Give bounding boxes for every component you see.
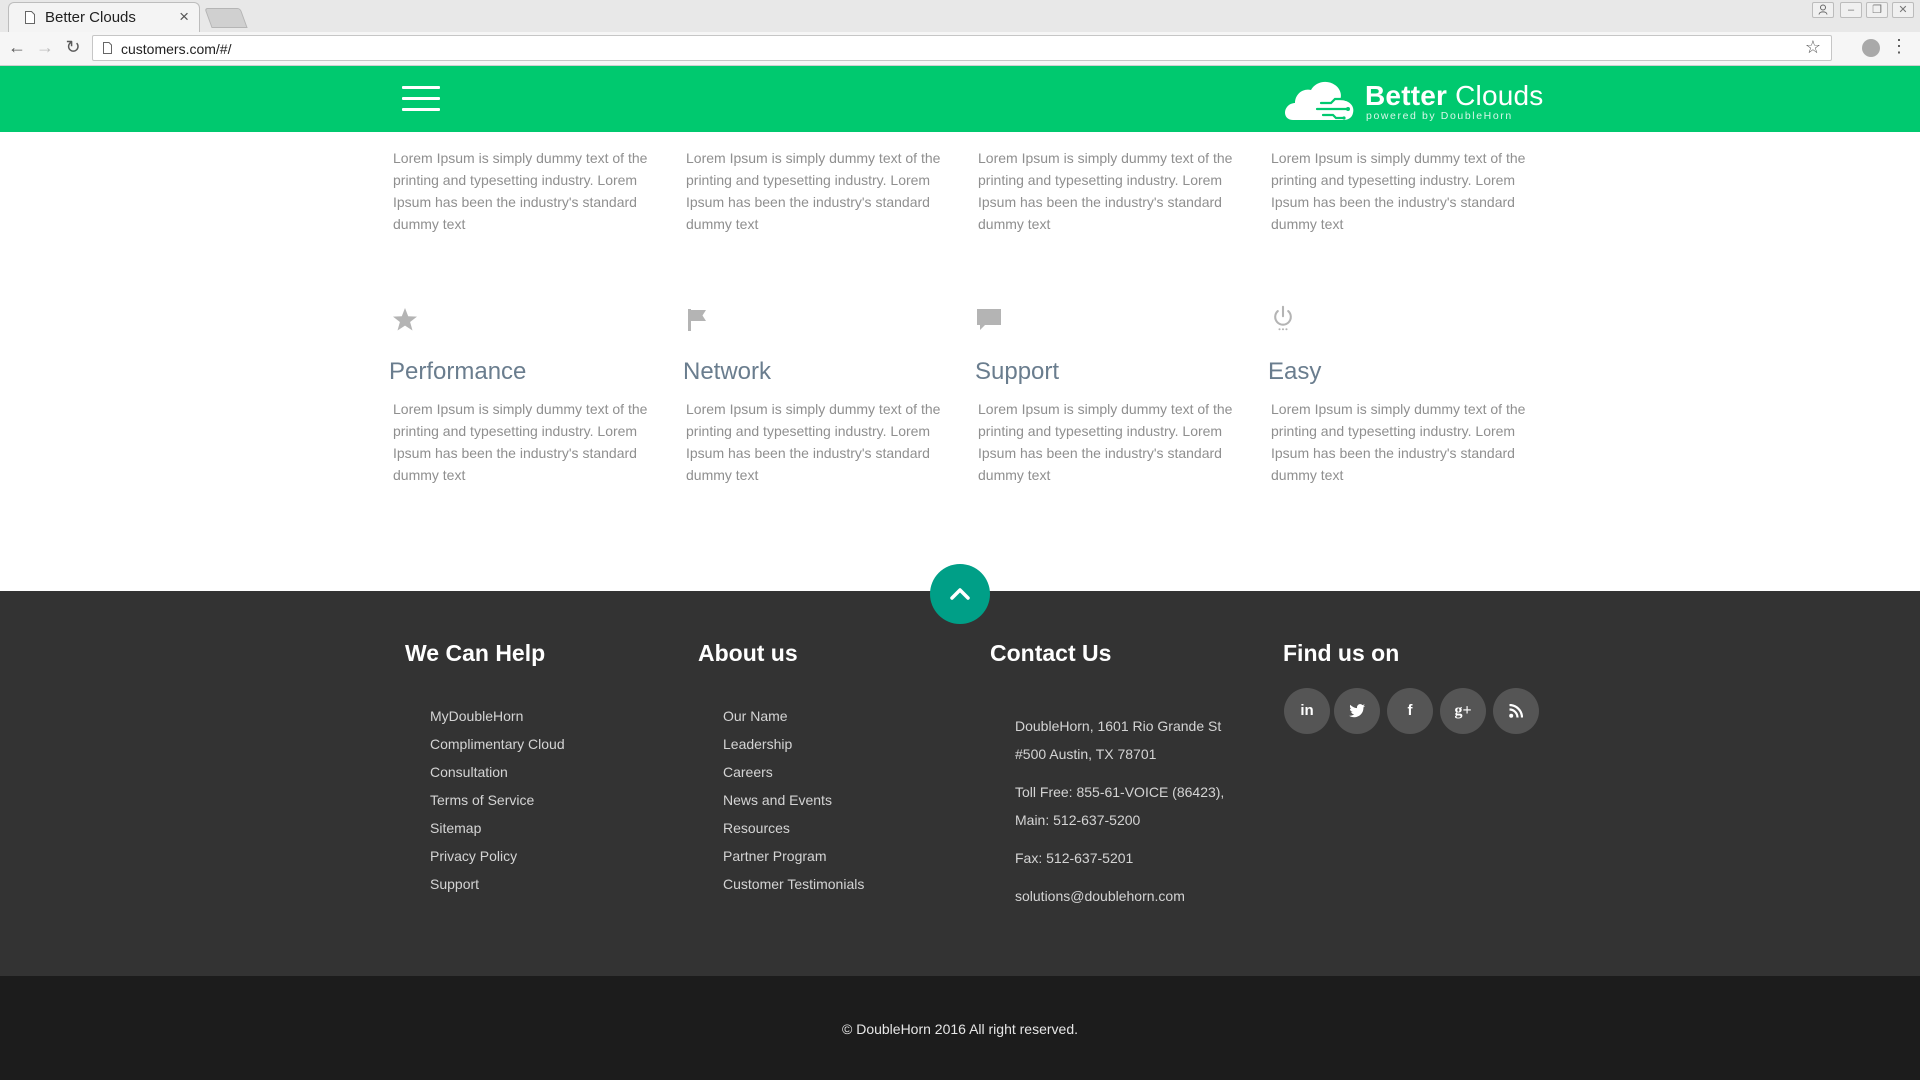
- feature-title: Performance: [389, 358, 527, 385]
- twitter-bird-glyph: [1349, 704, 1365, 718]
- footer-link[interactable]: Sitemap: [430, 818, 565, 846]
- forward-icon[interactable]: →: [34, 37, 56, 58]
- power-icon: [1274, 305, 1292, 331]
- site-header: Better Clouds powered by DoubleHorn: [0, 66, 1920, 132]
- chevron-up-icon: [950, 588, 970, 600]
- page-icon: [25, 11, 35, 24]
- better-clouds-logo[interactable]: Better Clouds powered by DoubleHorn: [1283, 76, 1543, 122]
- rss-icon[interactable]: [1493, 688, 1539, 734]
- footer-link[interactable]: Careers: [723, 762, 864, 790]
- footer-link[interactable]: Customer Testimonials: [723, 874, 864, 902]
- cloud-icon: [1285, 81, 1354, 120]
- contact-main-phone: Main: 512-637-5200: [1015, 812, 1141, 828]
- footer-link[interactable]: News and Events: [723, 790, 864, 818]
- feature-title: Support: [975, 358, 1060, 385]
- site-footer: [0, 591, 1920, 976]
- extension-icon[interactable]: [1862, 39, 1880, 57]
- close-tab-icon[interactable]: ×: [179, 7, 189, 27]
- footer-link[interactable]: Terms of Service: [430, 790, 565, 818]
- address-bar[interactable]: customers.com/#/ ☆: [92, 35, 1832, 61]
- bookmark-star-icon[interactable]: ☆: [1805, 37, 1821, 58]
- contact-address-line1: DoubleHorn, 1601 Rio Grande St: [1015, 718, 1222, 734]
- feature-description: Lorem Ipsum is simply dummy text of the …: [1271, 150, 1526, 232]
- facebook-icon[interactable]: f: [1387, 688, 1433, 734]
- contact-address-line2: #500 Austin, TX 78701: [1015, 746, 1157, 762]
- feature-description: Lorem Ipsum is simply dummy text of the …: [393, 401, 648, 483]
- scroll-to-top-button[interactable]: [930, 564, 990, 624]
- minimize-icon[interactable]: –: [1840, 2, 1862, 18]
- flag-icon: [688, 309, 706, 331]
- help-links: MyDoubleHorn Complimentary Cloud Consult…: [430, 706, 565, 902]
- about-links: Our Name Leadership Careers News and Eve…: [723, 706, 864, 902]
- reload-icon[interactable]: ↻: [62, 37, 84, 58]
- browser-tab[interactable]: Better Clouds ×: [8, 2, 200, 32]
- feature-title: Network: [683, 358, 772, 385]
- footer-link[interactable]: Complimentary Cloud: [430, 734, 565, 762]
- footer-link[interactable]: Partner Program: [723, 846, 864, 874]
- copyright-text: © DoubleHorn 2016 All right reserved.: [842, 1021, 1078, 1037]
- star-icon: [393, 308, 417, 331]
- feature-description: Lorem Ipsum is simply dummy text of the …: [393, 150, 648, 232]
- footer-link[interactable]: Resources: [723, 818, 864, 846]
- tab-title: Better Clouds: [45, 9, 136, 26]
- chat-icon: [977, 309, 1001, 330]
- footer-link[interactable]: Support: [430, 874, 565, 902]
- linkedin-icon[interactable]: in: [1284, 688, 1330, 734]
- footer-link[interactable]: Our Name: [723, 706, 864, 734]
- contact-tollfree: Toll Free: 855-61-VOICE (86423),: [1015, 784, 1225, 800]
- rss-glyph: [1509, 703, 1524, 718]
- feature-description: Lorem Ipsum is simply dummy text of the …: [978, 150, 1233, 232]
- footer-link[interactable]: MyDoubleHorn: [430, 706, 565, 734]
- hamburger-menu-icon[interactable]: [402, 86, 440, 114]
- feature-title: Easy: [1268, 358, 1322, 385]
- profile-icon[interactable]: [1812, 2, 1834, 18]
- google-plus-icon[interactable]: g+: [1440, 688, 1486, 734]
- restore-icon[interactable]: ❐: [1866, 2, 1888, 18]
- url-text[interactable]: customers.com/#/: [121, 41, 231, 57]
- footer-link[interactable]: Consultation: [430, 762, 565, 790]
- browser-toolbar: ← → ↻ customers.com/#/ ☆: [0, 32, 1920, 66]
- feature-description: Lorem Ipsum is simply dummy text of the …: [686, 401, 941, 483]
- feature-description: Lorem Ipsum is simply dummy text of the …: [978, 401, 1233, 483]
- feature-description: Lorem Ipsum is simply dummy text of the …: [1271, 401, 1526, 483]
- feature-description: Lorem Ipsum is simply dummy text of the …: [686, 150, 941, 232]
- footer-heading-about: About us: [698, 640, 798, 666]
- new-tab-button[interactable]: [204, 8, 248, 28]
- close-window-icon[interactable]: ✕: [1892, 2, 1914, 18]
- footer-heading-help: We Can Help: [405, 640, 546, 666]
- browser-tab-bar: Better Clouds × – ❐ ✕: [0, 0, 1920, 33]
- page-icon: [103, 42, 112, 54]
- brand-name: Better Clouds: [1365, 80, 1544, 111]
- brand-tagline: powered by DoubleHorn: [1366, 110, 1513, 122]
- footer-heading-contact: Contact Us: [990, 640, 1112, 666]
- footer-link[interactable]: Privacy Policy: [430, 846, 565, 874]
- contact-email[interactable]: solutions@doublehorn.com: [1015, 882, 1185, 910]
- footer-heading-social: Find us on: [1283, 640, 1400, 666]
- back-icon[interactable]: ←: [6, 37, 28, 58]
- contact-fax: Fax: 512-637-5201: [1015, 850, 1134, 866]
- browser-menu-icon[interactable]: ⋮: [1890, 36, 1908, 57]
- twitter-icon[interactable]: [1334, 688, 1380, 734]
- footer-link[interactable]: Leadership: [723, 734, 864, 762]
